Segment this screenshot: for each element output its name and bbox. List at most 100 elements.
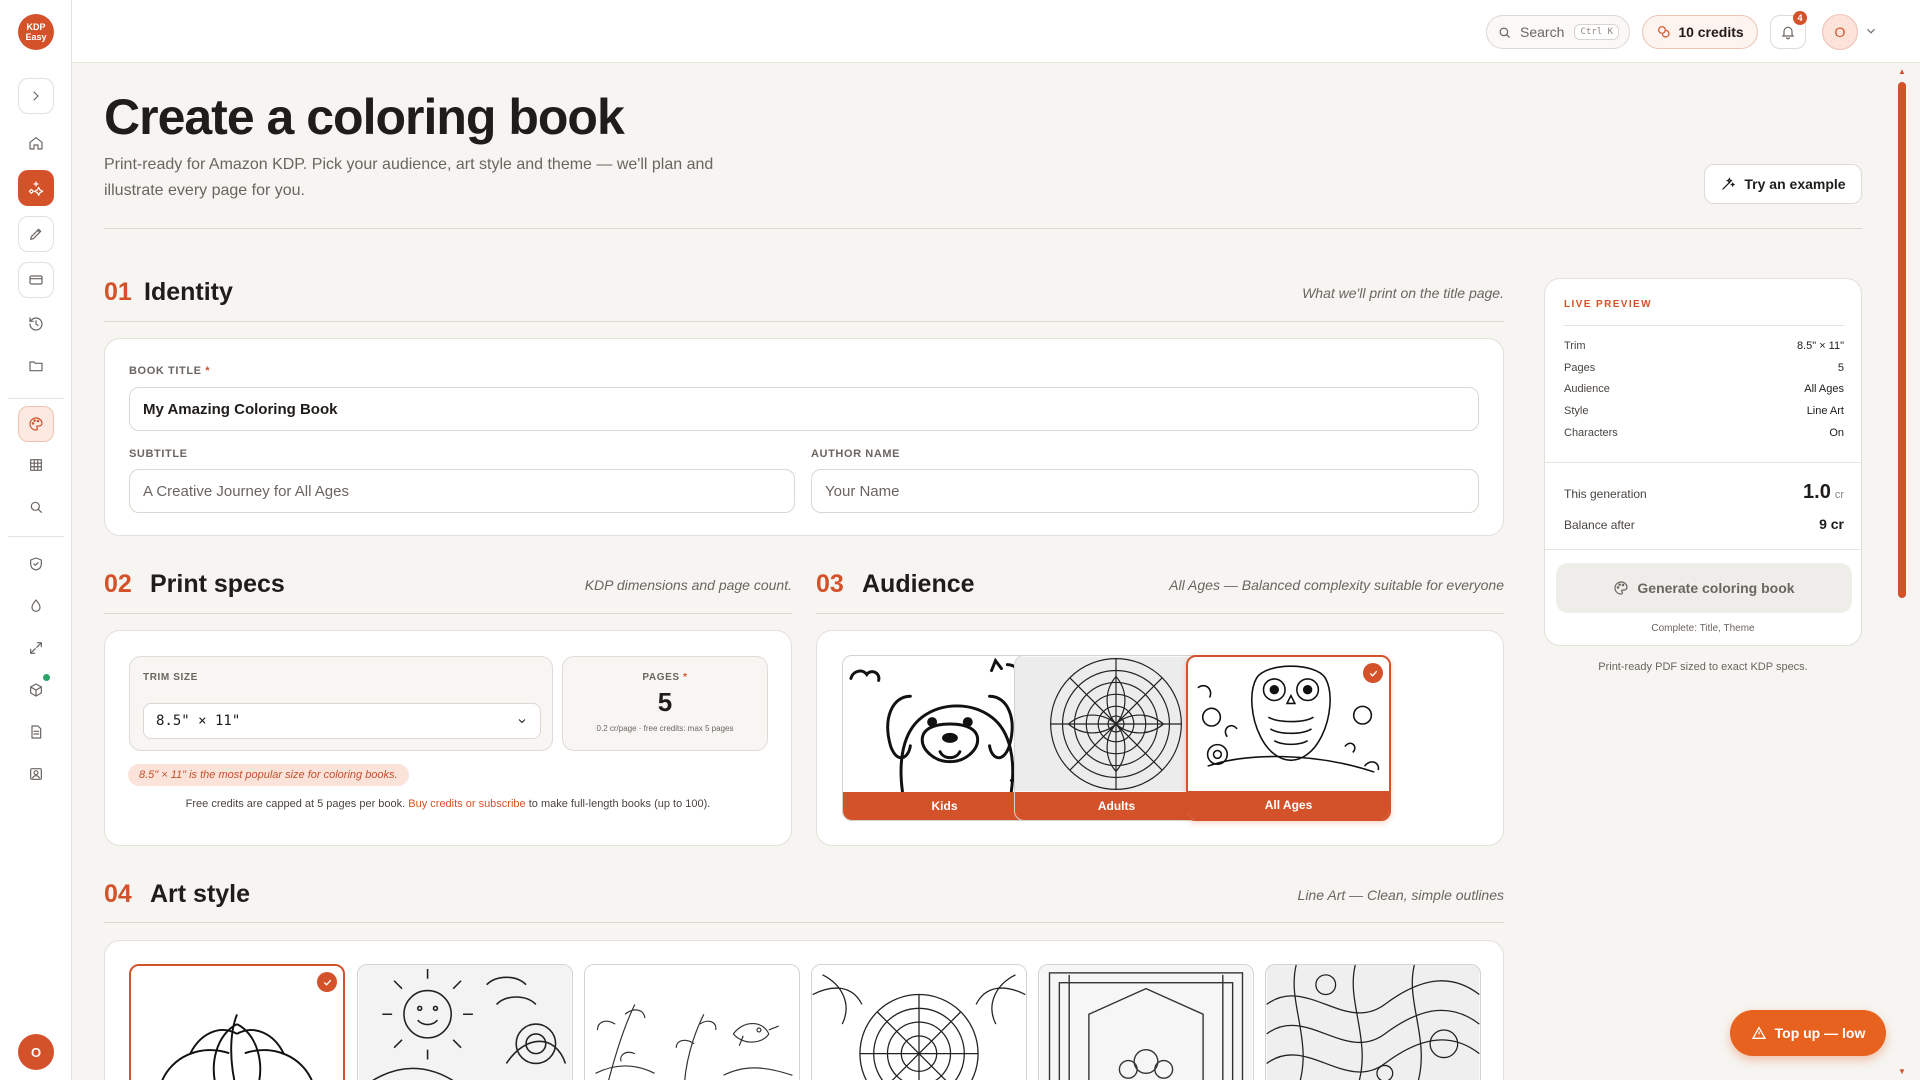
art-style-option-line-art[interactable] xyxy=(129,964,345,1080)
trim-tip: 8.5" × 11" is the most popular size for … xyxy=(128,764,409,786)
page-subtitle: Print-ready for Amazon KDP. Pick your au… xyxy=(104,156,714,199)
sidebar-item-history[interactable] xyxy=(18,306,54,342)
author-name-input[interactable]: Your Name xyxy=(811,469,1479,513)
audience-card: Kids Adults All Ages xyxy=(816,630,1504,846)
warning-icon xyxy=(1751,1026,1766,1039)
lotus-line-art-illustration xyxy=(132,966,342,1080)
app-logo[interactable]: KDP Easy xyxy=(18,14,54,50)
droplet-icon xyxy=(31,599,41,612)
generate-coloring-book-button[interactable]: Generate coloring book xyxy=(1556,563,1852,613)
account-menu-toggle[interactable] xyxy=(1864,24,1878,38)
sidebar-item-create[interactable] xyxy=(18,170,54,206)
section-divider xyxy=(104,613,792,614)
chevron-right-icon xyxy=(33,91,39,101)
page-title: Create a coloring book xyxy=(104,89,625,145)
print-specs-card: TRIM SIZE 8.5" × 11" PAGES * 5 0.2 cr/pa… xyxy=(104,630,792,846)
section-hint-identity: What we'll print on the title page. xyxy=(1302,285,1504,301)
section-number: 03 xyxy=(816,570,844,598)
free-credits-note: Free credits are capped at 5 pages per b… xyxy=(185,798,711,810)
sidebar-item-coloring[interactable] xyxy=(18,406,54,442)
grid-icon xyxy=(30,459,42,471)
contact-icon xyxy=(30,768,42,780)
bell-icon xyxy=(1781,26,1795,40)
sidebar-item-theme[interactable] xyxy=(18,588,54,624)
identity-card: BOOK TITLE * My Amazing Coloring Book SU… xyxy=(104,338,1504,536)
sidebar-item-grid[interactable] xyxy=(18,447,54,483)
book-title-label: BOOK TITLE * xyxy=(129,365,211,377)
sidebar-item-write[interactable] xyxy=(18,216,54,252)
credit-card-icon xyxy=(29,275,43,285)
completion-note: Complete: Title, Theme xyxy=(1651,623,1755,634)
sparkles-icon xyxy=(28,181,44,196)
audience-option-all-ages[interactable]: All Ages xyxy=(1186,655,1391,821)
selected-check-icon xyxy=(1363,663,1383,683)
sidebar-item-account[interactable] xyxy=(18,756,54,792)
section-divider xyxy=(104,321,1504,322)
sidebar-user-avatar[interactable]: O xyxy=(18,1034,54,1070)
sidebar-divider xyxy=(8,536,64,537)
art-style-option-zentangle[interactable] xyxy=(1265,964,1481,1080)
section-hint-art-style: Line Art — Clean, simple outlines xyxy=(1297,887,1504,903)
history-icon xyxy=(29,317,43,331)
scrollbar-track[interactable] xyxy=(1904,64,1920,1080)
art-style-option-mandala[interactable] xyxy=(811,964,1027,1080)
sidebar-item-resize[interactable] xyxy=(18,630,54,666)
vintage-frame-illustration xyxy=(1039,965,1253,1080)
sidebar-item-security[interactable] xyxy=(18,546,54,582)
section-title-print-specs: Print specs xyxy=(150,570,285,598)
notifications-button[interactable]: 4 xyxy=(1770,11,1807,49)
art-style-option-vintage[interactable] xyxy=(1038,964,1254,1080)
folder-icon xyxy=(29,361,43,372)
header-divider xyxy=(104,228,1862,229)
scroll-down-arrow[interactable]: ▼ xyxy=(1897,1067,1907,1077)
sidebar-item-billing[interactable] xyxy=(18,262,54,298)
trim-size-select[interactable]: 8.5" × 11" xyxy=(143,703,541,739)
sidebar-expand-button[interactable] xyxy=(18,78,54,114)
palette-icon xyxy=(1614,581,1629,595)
pages-value[interactable]: 5 xyxy=(563,687,767,718)
trim-size-label: TRIM SIZE xyxy=(143,672,198,683)
sidebar-item-docs[interactable] xyxy=(18,714,54,750)
book-title-input[interactable]: My Amazing Coloring Book xyxy=(129,387,1479,431)
search-button[interactable]: Search Ctrl K xyxy=(1486,15,1630,49)
sidebar-item-packages[interactable] xyxy=(18,672,54,708)
status-dot xyxy=(43,674,50,681)
preview-divider xyxy=(1545,549,1861,550)
search-shortcut: Ctrl K xyxy=(1574,24,1619,40)
subtitle-input[interactable]: A Creative Journey for All Ages xyxy=(129,469,795,513)
art-style-option-botanical[interactable] xyxy=(584,964,800,1080)
sidebar-item-search[interactable] xyxy=(18,489,54,525)
preview-divider xyxy=(1545,462,1861,463)
shield-icon xyxy=(30,557,42,571)
sidebar-divider xyxy=(8,398,64,399)
balance-after-row: Balance after 9 cr xyxy=(1564,516,1844,532)
document-icon xyxy=(31,725,42,739)
preview-row-audience: Audience All Ages xyxy=(1564,383,1844,395)
sidebar-item-home[interactable] xyxy=(18,125,54,161)
sidebar: KDP Easy O xyxy=(0,0,72,1080)
scroll-up-arrow[interactable]: ▲ xyxy=(1897,67,1907,77)
section-title-art-style: Art style xyxy=(150,880,251,908)
try-example-button[interactable]: Try an example xyxy=(1704,164,1862,204)
search-label: Search xyxy=(1520,24,1565,40)
scrollbar-thumb[interactable] xyxy=(1898,82,1906,598)
preview-row-pages: Pages 5 xyxy=(1564,362,1844,374)
section-hint-print-specs: KDP dimensions and page count. xyxy=(584,577,792,593)
top-up-button[interactable]: Top up — low xyxy=(1730,1010,1886,1056)
pages-box[interactable]: PAGES * 5 0.2 cr/page · free credits: ma… xyxy=(562,656,768,751)
pages-note: 0.2 cr/page · free credits: max 5 pages xyxy=(596,724,734,733)
botanical-bird-illustration xyxy=(585,965,799,1080)
owl-illustration xyxy=(1188,658,1389,792)
buy-credits-link[interactable]: Buy credits or subscribe xyxy=(408,798,525,810)
search-icon xyxy=(30,501,42,513)
preview-row-characters: Characters On xyxy=(1564,427,1844,439)
preview-row-style: Style Line Art xyxy=(1564,405,1844,417)
credits-button[interactable]: 10 credits xyxy=(1642,15,1758,49)
sidebar-item-library[interactable] xyxy=(18,348,54,384)
user-avatar[interactable]: O xyxy=(1822,14,1858,50)
art-style-option-cartoon[interactable] xyxy=(357,964,573,1080)
magic-wand-icon xyxy=(1722,177,1736,190)
pages-label: PAGES * xyxy=(642,672,688,683)
preview-footer-note: Print-ready PDF sized to exact KDP specs… xyxy=(1598,661,1808,673)
ornamental-mandala-illustration xyxy=(812,965,1026,1080)
